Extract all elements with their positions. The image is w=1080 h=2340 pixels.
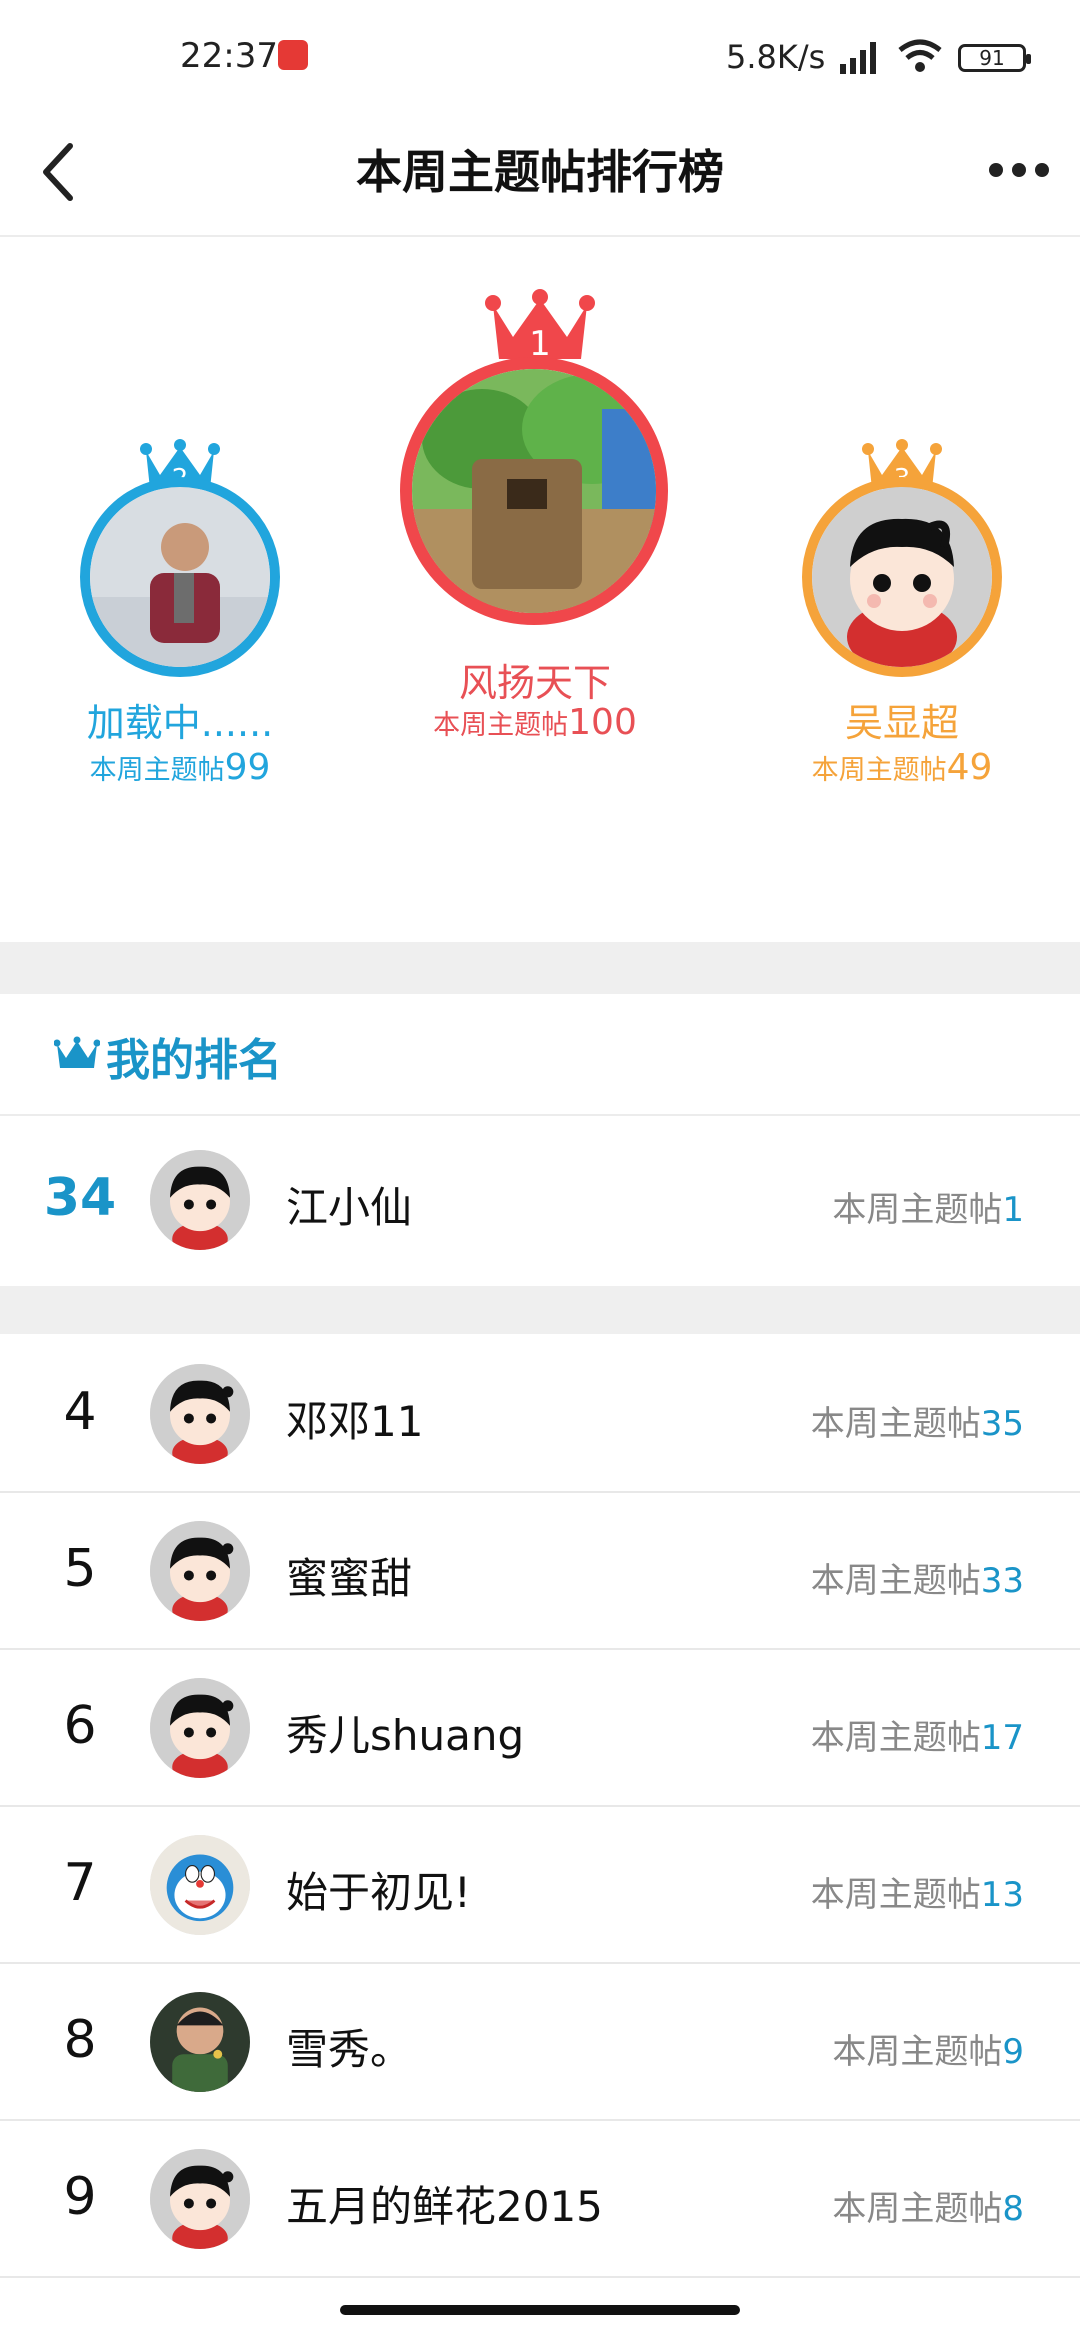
user-name: 江小仙 bbox=[286, 1183, 413, 1232]
avatar-photo bbox=[412, 369, 656, 613]
section-divider bbox=[0, 1286, 1080, 1334]
home-indicator[interactable] bbox=[340, 2305, 740, 2315]
podium-count-value: 100 bbox=[568, 702, 637, 743]
wifi-icon bbox=[898, 39, 942, 72]
user-name: 蜜蜜甜 bbox=[286, 1554, 413, 1603]
post-count-value: 33 bbox=[980, 1561, 1024, 1601]
status-bar: 22:37 5.8K/s 91 bbox=[0, 0, 1080, 110]
podium-count-label: 本周主题帖 bbox=[433, 710, 569, 741]
status-time: 22:37 bbox=[180, 36, 278, 76]
list-item[interactable]: 4 邓邓11 本周主题帖35 bbox=[0, 1336, 1080, 1493]
list-item[interactable]: 9 五月的鲜花2015 本周主题帖8 bbox=[0, 2121, 1080, 2278]
rank-number: 8 bbox=[63, 2010, 97, 2070]
my-rank-heading: 我的排名 bbox=[106, 1035, 282, 1086]
rank-number: 4 bbox=[63, 1382, 97, 1442]
user-name: 五月的鲜花2015 bbox=[286, 2182, 603, 2231]
avatar bbox=[150, 1150, 250, 1250]
post-count-label: 本周主题帖 bbox=[810, 1404, 981, 1444]
avatar bbox=[150, 1364, 250, 1464]
post-count-value: 35 bbox=[980, 1404, 1024, 1444]
list-item[interactable]: 6 秀儿shuang 本周主题帖17 bbox=[0, 1650, 1080, 1807]
section-divider bbox=[0, 942, 1080, 994]
user-name: 邓邓11 bbox=[286, 1397, 424, 1446]
podium-count-value: 99 bbox=[224, 747, 271, 788]
post-count-value: 1 bbox=[1002, 1190, 1024, 1230]
post-count-value: 17 bbox=[980, 1718, 1024, 1758]
battery-icon: 91 bbox=[958, 44, 1031, 72]
user-name: 雪秀。 bbox=[286, 2025, 413, 2074]
my-rank-row[interactable]: 34 江小仙 本周主题帖1 bbox=[0, 1116, 1080, 1286]
post-count-label: 本周主题帖 bbox=[832, 2032, 1003, 2072]
rank-number: 6 bbox=[63, 1696, 97, 1756]
rank-number: 9 bbox=[63, 2167, 97, 2227]
list-item[interactable]: 8 雪秀。 本周主题帖9 bbox=[0, 1964, 1080, 2121]
crown-icon bbox=[54, 1036, 100, 1068]
post-count-label: 本周主题帖 bbox=[810, 1561, 981, 1601]
page-title: 本周主题帖排行榜 bbox=[356, 145, 724, 199]
avatar-cartoon bbox=[812, 487, 992, 667]
post-count: 本周主题帖9 bbox=[832, 2024, 1024, 2073]
post-count-label: 本周主题帖 bbox=[810, 1718, 981, 1758]
avatar bbox=[150, 1678, 250, 1778]
post-count: 本周主题帖35 bbox=[811, 1396, 1024, 1445]
post-count: 本周主题帖17 bbox=[811, 1710, 1024, 1759]
more-options-icon[interactable] bbox=[984, 140, 1054, 200]
notification-icon bbox=[278, 40, 308, 70]
post-count: 本周主题帖1 bbox=[832, 1182, 1024, 1231]
post-count-label: 本周主题帖 bbox=[810, 1875, 981, 1915]
rank-number: 34 bbox=[43, 1168, 117, 1228]
user-name: 始于初见! bbox=[286, 1868, 471, 1917]
avatar bbox=[80, 477, 280, 677]
user-name: 秀儿shuang bbox=[286, 1711, 525, 1760]
avatar bbox=[150, 1992, 250, 2092]
avatar-cartoon bbox=[150, 1150, 250, 1250]
signal-icon bbox=[840, 42, 876, 74]
rank-number: 7 bbox=[63, 1853, 97, 1913]
podium-count-label: 本周主题帖 bbox=[89, 755, 225, 786]
app-header: 本周主题帖排行榜 bbox=[0, 110, 1080, 237]
podium-count: 本周主题帖99 bbox=[10, 747, 350, 788]
podium-name: 加载中...... bbox=[86, 701, 274, 745]
post-count: 本周主题帖13 bbox=[811, 1867, 1024, 1916]
podium-count-label: 本周主题帖 bbox=[811, 755, 947, 786]
my-rank-header: 我的排名 bbox=[0, 994, 1080, 1116]
list-item[interactable]: 5 蜜蜜甜 本周主题帖33 bbox=[0, 1493, 1080, 1650]
top-three-podium: 2 加载中...... 本周主题帖99 1 风扬天下 本周主题帖100 3 吴显… bbox=[0, 237, 1080, 942]
crown-icon: 1 bbox=[485, 289, 595, 364]
post-count: 本周主题帖33 bbox=[811, 1553, 1024, 1602]
post-count-value: 9 bbox=[1002, 2032, 1024, 2072]
avatar bbox=[802, 477, 1002, 677]
post-count-label: 本周主题帖 bbox=[832, 1190, 1003, 1230]
post-count-value: 8 bbox=[1002, 2189, 1024, 2229]
network-speed: 5.8K/s bbox=[726, 38, 826, 76]
rank-number: 5 bbox=[63, 1539, 97, 1599]
podium-count-value: 49 bbox=[946, 747, 993, 788]
avatar bbox=[150, 2149, 250, 2249]
avatar bbox=[150, 1521, 250, 1621]
podium-name: 吴显超 bbox=[844, 701, 959, 745]
podium-name: 风扬天下 bbox=[458, 661, 611, 705]
avatar bbox=[150, 1835, 250, 1935]
post-count: 本周主题帖8 bbox=[832, 2181, 1024, 2230]
avatar bbox=[400, 357, 668, 625]
post-count-value: 13 bbox=[980, 1875, 1024, 1915]
avatar-photo bbox=[90, 487, 270, 667]
post-count-label: 本周主题帖 bbox=[832, 2189, 1003, 2229]
podium-count: 本周主题帖49 bbox=[732, 747, 1072, 788]
list-item[interactable]: 7 始于初见! 本周主题帖13 bbox=[0, 1807, 1080, 1964]
podium-count: 本周主题帖100 bbox=[365, 702, 705, 743]
